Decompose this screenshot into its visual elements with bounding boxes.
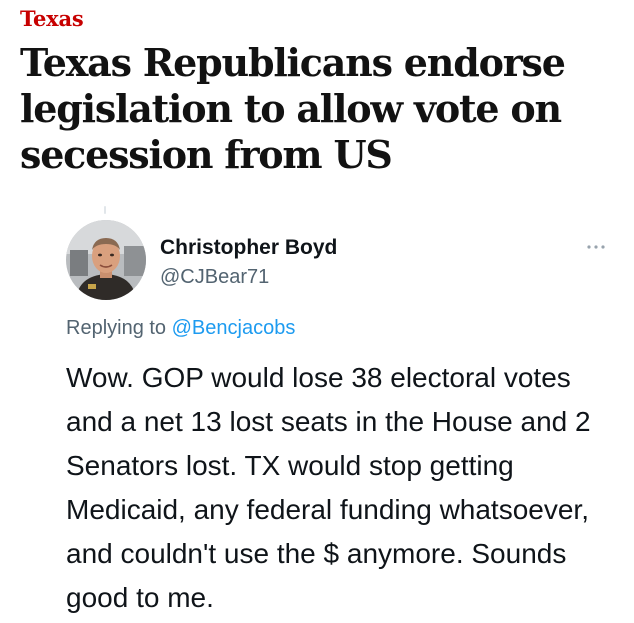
replying-to-line: Replying to @Bencjacobs	[66, 317, 295, 340]
ellipsis-icon	[587, 245, 605, 249]
tweet-card: Christopher Boyd @CJBear71 Replying to @…	[0, 200, 634, 623]
reply-prefix: Replying to	[66, 317, 167, 339]
display-name[interactable]: Christopher Boyd	[160, 236, 337, 260]
tweet-text: Wow. GOP would lose 38 electoral votes a…	[66, 362, 591, 613]
reply-mention-link[interactable]: @Bencjacobs	[172, 317, 296, 339]
article-headline[interactable]: Texas Republicans endorse legislation to…	[20, 40, 620, 178]
avatar[interactable]	[66, 220, 146, 300]
thread-connector	[104, 206, 106, 214]
more-options-icon[interactable]	[584, 240, 608, 252]
section-kicker[interactable]: Texas	[20, 6, 84, 31]
user-handle[interactable]: @CJBear71	[160, 266, 269, 289]
news-article-header: Texas Texas Republicans endorse legislat…	[0, 0, 634, 196]
avatar-image	[66, 220, 146, 300]
